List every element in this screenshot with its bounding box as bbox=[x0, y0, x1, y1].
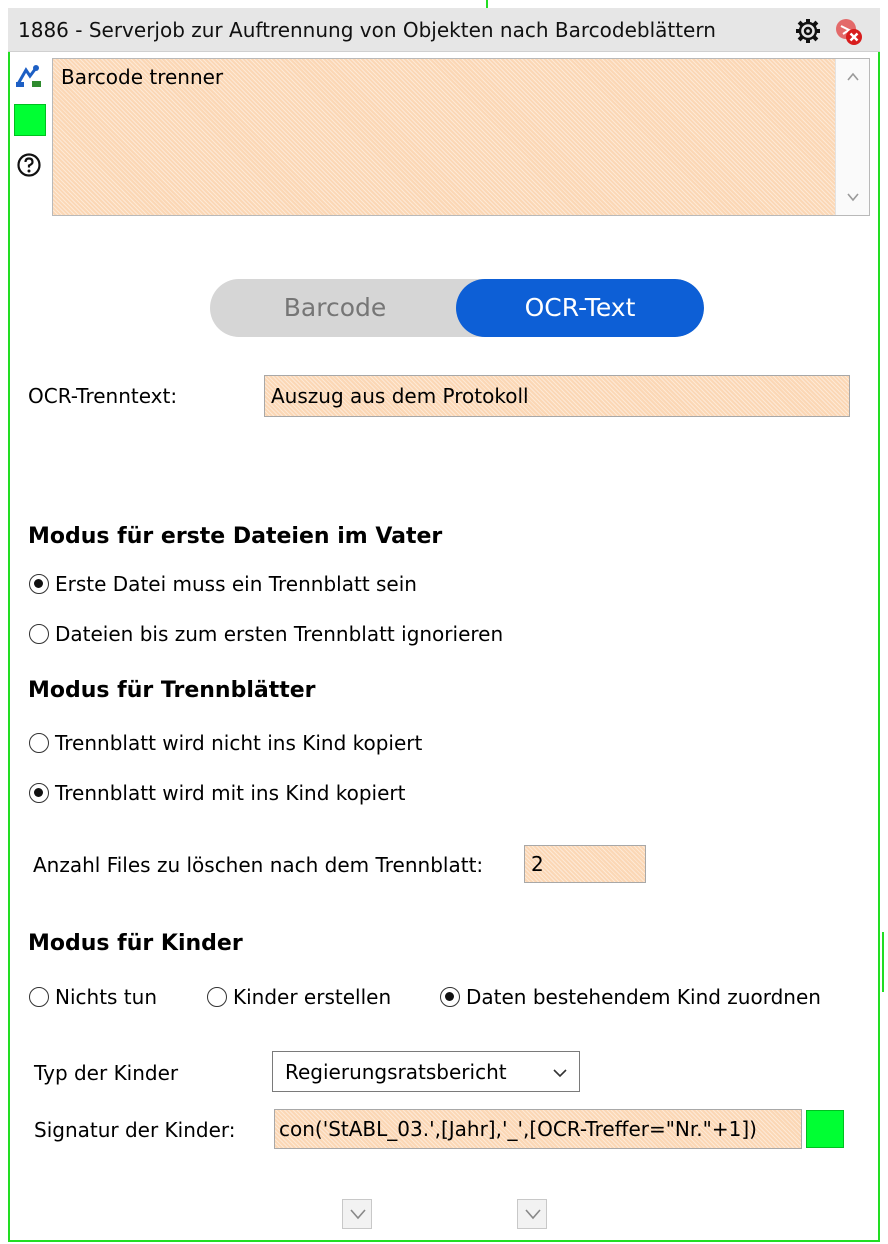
radio-button[interactable] bbox=[29, 624, 49, 644]
radio-label: Dateien bis zum ersten Trennblatt ignori… bbox=[55, 622, 504, 646]
radio-create-children[interactable]: Kinder erstellen bbox=[207, 985, 391, 1009]
signature-color-swatch[interactable] bbox=[806, 1110, 844, 1148]
child-type-value: Regierungsratsbericht bbox=[285, 1060, 507, 1084]
close-red-icon[interactable] bbox=[834, 17, 864, 47]
gear-icon[interactable] bbox=[794, 17, 822, 45]
ocr-text-input[interactable]: Auszug aus dem Protokoll bbox=[264, 375, 850, 417]
scroll-up-icon[interactable] bbox=[845, 69, 861, 85]
radio-do-nothing[interactable]: Nichts tun bbox=[29, 985, 157, 1009]
radio-button[interactable] bbox=[29, 987, 49, 1007]
chevron-down-icon bbox=[350, 1209, 366, 1220]
child-signature-input[interactable]: con('StABL_03.',[Jahr],'_',[OCR-Treffer=… bbox=[274, 1109, 802, 1149]
radio-button[interactable] bbox=[440, 987, 460, 1007]
window-title: 1886 - Serverjob zur Auftrennung von Obj… bbox=[18, 18, 716, 42]
description-textarea[interactable]: Barcode trenner bbox=[52, 58, 870, 216]
radio-label: Trennblatt wird nicht ins Kind kopiert bbox=[55, 731, 423, 755]
radio-button[interactable] bbox=[207, 987, 227, 1007]
description-scrollbar[interactable] bbox=[835, 59, 869, 215]
expand-button-right[interactable] bbox=[517, 1199, 547, 1229]
child-signature-label: Signatur der Kinder: bbox=[34, 1118, 236, 1142]
chevron-down-icon bbox=[525, 1209, 541, 1220]
radio-separator-not-copied[interactable]: Trennblatt wird nicht ins Kind kopiert bbox=[29, 731, 422, 755]
radio-label: Daten bestehendem Kind zuordnen bbox=[466, 985, 821, 1009]
child-type-select[interactable]: Regierungsratsbericht bbox=[272, 1051, 580, 1092]
toggle-ocr-text[interactable]: OCR-Text bbox=[456, 279, 704, 337]
delete-count-label: Anzahl Files zu löschen nach dem Trennbl… bbox=[33, 853, 484, 877]
delete-count-input[interactable]: 2 bbox=[524, 845, 646, 883]
mode-toggle: Barcode OCR-Text bbox=[210, 279, 704, 337]
children-heading: Modus für Kinder bbox=[28, 931, 243, 956]
radio-label: Kinder erstellen bbox=[233, 985, 392, 1009]
radio-button[interactable] bbox=[29, 574, 49, 594]
ocr-label: OCR-Trenntext: bbox=[28, 384, 178, 408]
radio-label: Trennblatt wird mit ins Kind kopiert bbox=[55, 781, 406, 805]
separator-heading: Modus für Trennblätter bbox=[28, 678, 316, 703]
connection-icon[interactable] bbox=[14, 62, 42, 90]
description-text: Barcode trenner bbox=[61, 65, 224, 89]
radio-separator-copied[interactable]: Trennblatt wird mit ins Kind kopiert bbox=[29, 781, 405, 805]
radio-button[interactable] bbox=[29, 733, 49, 753]
radio-label: Erste Datei muss ein Trennblatt sein bbox=[55, 572, 417, 596]
radio-button[interactable] bbox=[29, 783, 49, 803]
radio-ignore-until-separator[interactable]: Dateien bis zum ersten Trennblatt ignori… bbox=[29, 622, 503, 646]
frame-edge-mark-right bbox=[882, 932, 884, 992]
child-type-label: Typ der Kinder bbox=[34, 1061, 179, 1085]
radio-label: Nichts tun bbox=[55, 985, 158, 1009]
toggle-barcode[interactable]: Barcode bbox=[210, 279, 460, 337]
status-color-swatch[interactable] bbox=[14, 104, 46, 136]
title-bar: 1886 - Serverjob zur Auftrennung von Obj… bbox=[8, 8, 880, 52]
chevron-down-icon bbox=[553, 1069, 567, 1078]
radio-assign-existing-child[interactable]: Daten bestehendem Kind zuordnen bbox=[440, 985, 821, 1009]
radio-first-file-separator[interactable]: Erste Datei muss ein Trennblatt sein bbox=[29, 572, 417, 596]
help-icon[interactable] bbox=[16, 152, 42, 178]
expand-button-left[interactable] bbox=[342, 1199, 372, 1229]
first-files-heading: Modus für erste Dateien im Vater bbox=[28, 524, 443, 549]
scroll-down-icon[interactable] bbox=[845, 189, 861, 205]
